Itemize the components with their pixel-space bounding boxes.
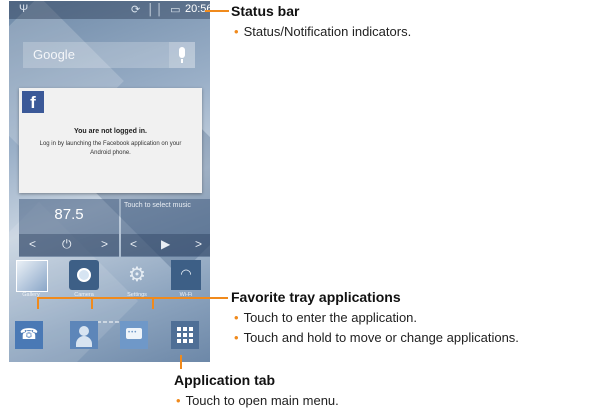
wifi-icon[interactable]: ◠ bbox=[171, 260, 201, 290]
radio-controls: < ⏻ > bbox=[19, 234, 119, 256]
messages-icon[interactable]: ••• bbox=[120, 321, 148, 349]
page-dot bbox=[109, 321, 113, 323]
music-widget[interactable]: Touch to select music < ▶ > bbox=[121, 199, 210, 257]
status-bar-title: Status bar bbox=[231, 3, 300, 19]
status-bar[interactable]: Ψ ⟳ ││ ▭ 20:56 bbox=[9, 1, 210, 19]
music-controls: < ▶ > bbox=[121, 234, 210, 256]
status-bar-callout-line bbox=[205, 10, 229, 12]
facebook-icon: f bbox=[22, 91, 44, 113]
google-search-bar[interactable]: Google bbox=[23, 42, 195, 68]
favorite-tray-description: • Touch and hold to move or change applic… bbox=[234, 330, 519, 345]
phone-home-screen: Ψ ⟳ ││ ▭ 20:56 Google f You are not logg… bbox=[9, 1, 210, 362]
contacts-body bbox=[76, 336, 92, 347]
bullet: • bbox=[234, 330, 239, 345]
radio-power-button[interactable]: ⏻ bbox=[62, 237, 72, 252]
favorite-tray-callout-line bbox=[37, 297, 228, 299]
application-tab-title: Application tab bbox=[174, 372, 276, 388]
radio-prev-button[interactable]: < bbox=[29, 237, 36, 251]
facebook-widget-message: Log in by launching the Facebook applica… bbox=[39, 141, 182, 156]
gallery-icon[interactable] bbox=[16, 260, 48, 292]
radio-frequency: 87.5 bbox=[54, 206, 84, 223]
application-tab-description: • Touch to open main menu. bbox=[176, 393, 339, 408]
message-dots: ••• bbox=[128, 330, 138, 336]
microphone-icon bbox=[179, 47, 185, 58]
camera-lens bbox=[77, 268, 91, 282]
voice-search-button[interactable] bbox=[169, 42, 195, 68]
music-next-button[interactable]: > bbox=[195, 237, 202, 251]
favorite-tray-item: Touch to enter the application. bbox=[243, 310, 418, 325]
status-bar-description: • Status/Notification indicators. bbox=[234, 24, 411, 39]
page-dot bbox=[115, 321, 119, 323]
fm-radio-widget[interactable]: 87.5 < ⏻ > bbox=[19, 199, 119, 257]
settings-icon[interactable]: ⚙ bbox=[122, 260, 152, 290]
app-grid-glyph bbox=[177, 327, 193, 343]
bullet: • bbox=[234, 310, 239, 325]
app-grid-icon[interactable] bbox=[171, 321, 199, 349]
favorite-tray-callout-line bbox=[152, 297, 154, 309]
facebook-widget[interactable]: f You are not logged in. Log in by launc… bbox=[19, 88, 202, 193]
status-indicator-icons: ⟳ ││ ▭ bbox=[131, 4, 183, 16]
page-dot bbox=[103, 321, 107, 323]
favorite-tray-item: Touch and hold to move or change applica… bbox=[243, 330, 519, 345]
google-search-label: Google bbox=[33, 47, 75, 62]
contacts-head bbox=[79, 326, 89, 336]
music-prompt: Touch to select music bbox=[124, 202, 191, 209]
favorite-tray-title: Favorite tray applications bbox=[231, 289, 401, 305]
bullet: • bbox=[234, 24, 239, 39]
contacts-icon[interactable] bbox=[70, 321, 98, 349]
radio-next-button[interactable]: > bbox=[101, 237, 108, 251]
microphone-stem bbox=[181, 59, 183, 63]
phone-icon[interactable]: ☎ bbox=[15, 321, 43, 349]
favorite-tray-callout-line bbox=[91, 297, 93, 309]
status-bar-item: Status/Notification indicators. bbox=[243, 24, 412, 39]
camera-icon[interactable] bbox=[69, 260, 99, 290]
music-prev-button[interactable]: < bbox=[130, 237, 137, 251]
music-play-button[interactable]: ▶ bbox=[161, 237, 170, 251]
facebook-widget-title: You are not logged in. bbox=[74, 128, 147, 135]
status-time: 20:56 bbox=[185, 3, 210, 15]
application-tab-item: Touch to open main menu. bbox=[185, 393, 339, 408]
bullet: • bbox=[176, 393, 181, 408]
favorite-tray-description: • Touch to enter the application. bbox=[234, 310, 417, 325]
app-tab-callout-line bbox=[180, 355, 182, 369]
wifi-glyph: ◠ bbox=[180, 266, 192, 281]
usb-icon: Ψ bbox=[19, 3, 29, 15]
